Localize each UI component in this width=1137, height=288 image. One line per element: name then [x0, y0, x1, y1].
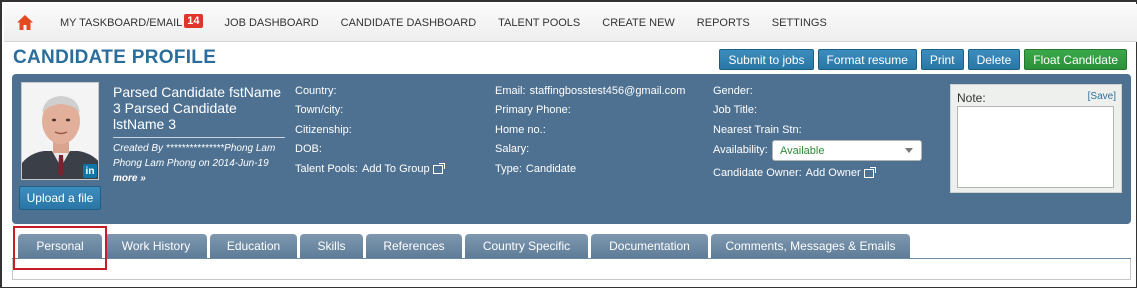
home-no-field: Home no.:: [495, 124, 546, 136]
note-label: Note:: [957, 91, 986, 105]
linkedin-icon[interactable]: in: [83, 164, 97, 178]
availability-select[interactable]: Available: [772, 140, 922, 161]
external-link-icon[interactable]: [432, 162, 445, 174]
notification-badge: 14: [184, 13, 203, 28]
citizenship-field: Citizenship:: [295, 124, 352, 136]
nav-job-dashboard[interactable]: JOB DASHBOARD: [214, 4, 330, 42]
candidate-name: Parsed Candidate fstName 3 Parsed Candid…: [113, 84, 285, 138]
created-by-info: Created By ***************Phong Lam Phon…: [113, 141, 285, 186]
more-link[interactable]: more »: [113, 173, 146, 184]
created-by-text: Created By ***************Phong Lam Phon…: [113, 143, 276, 169]
nav-create-new[interactable]: CREATE NEW: [591, 4, 686, 42]
profile-tabs: Personal Work History Education Skills R…: [18, 234, 910, 264]
email-field: Email: staffingbosstest456@gmail.com: [495, 85, 685, 97]
availability-value: Available: [780, 144, 825, 157]
candidate-owner-field: Candidate Owner: Add Owner: [713, 166, 876, 179]
tab-content-area: [12, 259, 1131, 280]
tab-documentation[interactable]: Documentation: [591, 234, 708, 258]
email-value[interactable]: staffingbosstest456@gmail.com: [530, 85, 686, 97]
selection-highlight: [13, 226, 107, 270]
tab-comments-messages-emails[interactable]: Comments, Messages & Emails: [711, 234, 910, 258]
job-title-field: Job Title:: [713, 104, 758, 116]
action-toolbar: Submit to jobs Format resume Print Delet…: [719, 49, 1127, 70]
talent-pools-field: Talent Pools: Add To Group: [295, 162, 445, 175]
float-candidate-button[interactable]: Float Candidate: [1024, 49, 1127, 70]
upload-file-button[interactable]: Upload a file: [19, 186, 101, 210]
note-save-link[interactable]: [Save]: [1088, 91, 1116, 102]
talent-pools-label: Talent Pools:: [295, 163, 358, 175]
type-field: Type: Candidate: [495, 163, 576, 175]
country-field: Country:: [295, 85, 337, 97]
add-owner-link[interactable]: Add Owner: [806, 167, 861, 179]
tab-skills[interactable]: Skills: [300, 234, 363, 258]
print-button[interactable]: Print: [920, 49, 964, 70]
tab-country-specific[interactable]: Country Specific: [465, 234, 588, 258]
availability-label: Availability:: [713, 144, 768, 156]
external-link-icon[interactable]: [863, 166, 876, 178]
nav-settings[interactable]: SETTINGS: [761, 4, 838, 42]
email-label: Email:: [495, 85, 526, 97]
nav-reports[interactable]: REPORTS: [686, 4, 761, 42]
type-label: Type:: [495, 163, 522, 175]
nav-label: MY TASKBOARD/EMAIL: [60, 16, 183, 29]
add-to-group-link[interactable]: Add To Group: [362, 163, 430, 175]
type-value: Candidate: [525, 163, 577, 175]
nearest-train-field: Nearest Train Stn:: [713, 124, 802, 136]
candidate-photo: in: [21, 82, 99, 180]
note-box: Note: [Save]: [950, 84, 1122, 193]
page-title: CANDIDATE PROFILE: [13, 47, 217, 68]
salary-field: Salary:: [495, 143, 530, 155]
gender-field: Gender:: [713, 85, 753, 97]
town-field: Town/city:: [295, 104, 344, 116]
dob-field: DOB:: [295, 143, 322, 155]
nav-talent-pools[interactable]: TALENT POOLS: [487, 4, 591, 42]
chevron-down-icon: [905, 148, 913, 153]
format-resume-button[interactable]: Format resume: [817, 49, 917, 70]
submit-to-jobs-button[interactable]: Submit to jobs: [719, 49, 814, 70]
nav-candidate-dashboard[interactable]: CANDIDATE DASHBOARD: [330, 4, 487, 42]
candidate-owner-label: Candidate Owner:: [713, 167, 802, 179]
profile-panel: in Upload a file Parsed Candidate fstNam…: [12, 74, 1131, 224]
top-navigation: MY TASKBOARD/EMAIL 14 JOB DASHBOARD CAND…: [4, 4, 1137, 42]
tab-education[interactable]: Education: [210, 234, 297, 258]
app-frame: MY TASKBOARD/EMAIL 14 JOB DASHBOARD CAND…: [0, 0, 1137, 288]
primary-phone-field: Primary Phone:: [495, 104, 571, 116]
delete-button[interactable]: Delete: [967, 49, 1021, 70]
tab-work-history[interactable]: Work History: [105, 234, 207, 258]
nav-my-taskboard-email[interactable]: MY TASKBOARD/EMAIL 14: [46, 4, 214, 42]
note-textarea[interactable]: [957, 106, 1114, 188]
home-icon[interactable]: [4, 4, 46, 42]
tab-references[interactable]: References: [366, 234, 462, 258]
